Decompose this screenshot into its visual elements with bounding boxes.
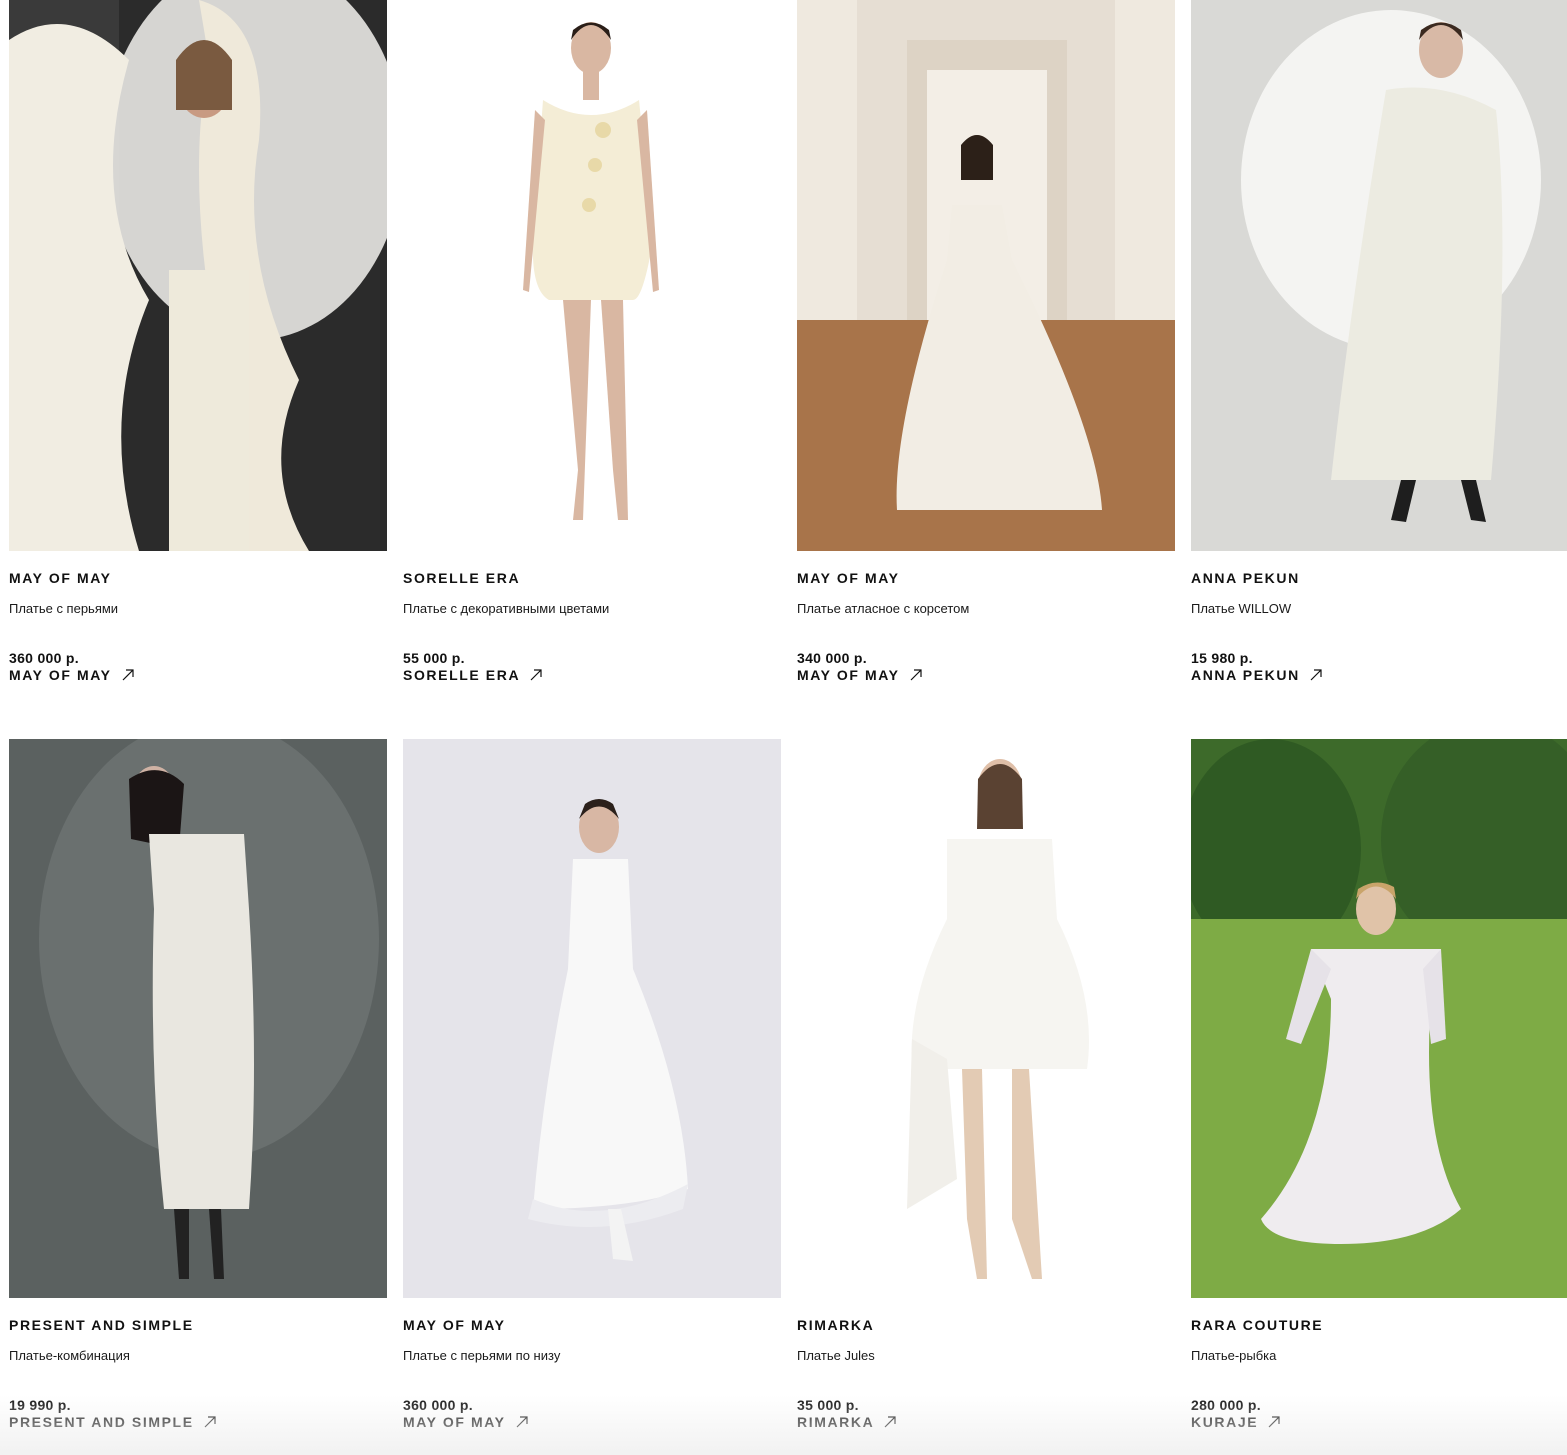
arrow-up-right-icon [516,1416,528,1428]
shop-link[interactable]: MAY OF MAY [9,667,134,683]
shop-link-label: RIMARKA [797,1414,875,1430]
product-price: 280 000 р. [1191,1397,1261,1413]
shop-link[interactable]: SORELLE ERA [403,667,542,683]
brand-name[interactable]: RIMARKA [797,1317,874,1333]
dress-image [403,0,781,551]
dress-image [797,0,1175,551]
product-description[interactable]: Платье атласное с корсетом [797,601,969,616]
product-description[interactable]: Платье с перьями [9,601,118,616]
product-price: 19 990 р. [9,1397,71,1413]
product-description[interactable]: Платье-комбинация [9,1348,130,1363]
shop-link[interactable]: KURAJE [1191,1414,1280,1430]
product-price: 360 000 р. [403,1397,473,1413]
arrow-up-right-icon [530,669,542,681]
product-description[interactable]: Платье Jules [797,1348,875,1363]
brand-name[interactable]: MAY OF MAY [9,570,112,586]
product-photo[interactable] [9,0,387,551]
product-price: 55 000 р. [403,650,465,666]
dress-image [403,739,781,1298]
shop-link-label: SORELLE ERA [403,667,521,683]
brand-name[interactable]: ANNA PEKUN [1191,570,1300,586]
product-price: 360 000 р. [9,650,79,666]
shop-link[interactable]: ANNA PEKUN [1191,667,1322,683]
arrow-up-right-icon [122,669,134,681]
arrow-up-right-icon [884,1416,896,1428]
shop-link[interactable]: RIMARKA [797,1414,896,1430]
product-price: 35 000 р. [797,1397,859,1413]
product-photo[interactable] [1191,739,1567,1298]
brand-name[interactable]: MAY OF MAY [797,570,900,586]
product-price: 15 980 р. [1191,650,1253,666]
product-photo[interactable] [797,739,1175,1298]
shop-link-label: MAY OF MAY [403,1414,506,1430]
arrow-up-right-icon [1310,669,1322,681]
shop-link-label: MAY OF MAY [9,667,112,683]
dress-image [797,739,1175,1298]
shop-link-label: ANNA PEKUN [1191,667,1300,683]
product-photo[interactable] [9,739,387,1298]
shop-link[interactable]: PRESENT AND SIMPLE [9,1414,216,1430]
shop-link[interactable]: MAY OF MAY [797,667,922,683]
product-price: 340 000 р. [797,650,867,666]
product-photo[interactable] [797,0,1175,551]
product-grid: MAY OF MAY Платье с перьями 360 000 р. M… [0,0,1567,1455]
shop-link[interactable]: MAY OF MAY [403,1414,528,1430]
dress-image [9,0,387,551]
dress-image [9,739,387,1298]
brand-name[interactable]: RARA COUTURE [1191,1317,1323,1333]
bottom-fade [0,1395,1567,1455]
product-photo[interactable] [1191,0,1567,551]
dress-image [1191,0,1567,551]
arrow-up-right-icon [910,669,922,681]
arrow-up-right-icon [204,1416,216,1428]
shop-link-label: MAY OF MAY [797,667,900,683]
brand-name[interactable]: PRESENT AND SIMPLE [9,1317,194,1333]
brand-name[interactable]: MAY OF MAY [403,1317,506,1333]
dress-image [1191,739,1567,1298]
product-description[interactable]: Платье-рыбка [1191,1348,1276,1363]
brand-name[interactable]: SORELLE ERA [403,570,520,586]
product-photo[interactable] [403,739,781,1298]
shop-link-label: PRESENT AND SIMPLE [9,1414,194,1430]
shop-link-label: KURAJE [1191,1414,1259,1430]
product-photo[interactable] [403,0,781,551]
arrow-up-right-icon [1268,1416,1280,1428]
product-description[interactable]: Платье WILLOW [1191,601,1291,616]
product-description[interactable]: Платье с перьями по низу [403,1348,560,1363]
product-description[interactable]: Платье с декоративными цветами [403,601,609,616]
